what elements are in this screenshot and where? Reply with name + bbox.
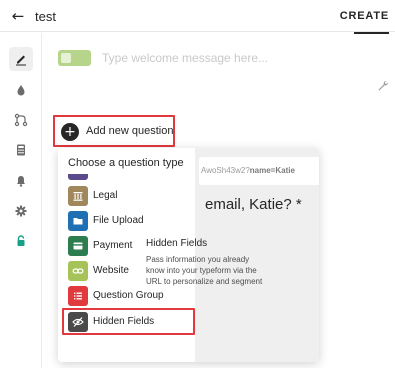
bell-icon[interactable] <box>9 169 33 193</box>
welcome-message-input[interactable]: Type welcome message here... <box>102 51 268 65</box>
scrolled-item-edge <box>68 174 88 180</box>
question-type-label: File Upload <box>93 215 144 226</box>
preview-url: AwoSh43w2?name=Katie <box>201 166 295 175</box>
question-type-legal[interactable]: Legal <box>68 186 195 206</box>
add-new-question-button[interactable]: + Add new question <box>53 115 175 147</box>
link-icon <box>68 261 88 281</box>
preview-url-card: AwoSh43w2?name=Katie <box>199 157 319 185</box>
credit-card-icon <box>68 236 88 256</box>
hidden-fields-highlight <box>62 308 195 335</box>
preview-title: Hidden Fields <box>146 238 208 249</box>
logic-branch-icon[interactable] <box>9 108 33 132</box>
arrow-left-icon[interactable]: ← <box>9 7 27 25</box>
calculator-icon[interactable] <box>9 138 33 162</box>
question-type-label: Website <box>93 265 129 276</box>
welcome-screen-toggle[interactable] <box>58 50 91 66</box>
left-toolbar <box>0 33 42 368</box>
gear-icon[interactable] <box>9 199 33 223</box>
top-bar: ← test CREATE <box>0 0 395 34</box>
question-type-label: Question Group <box>93 290 164 301</box>
add-new-question-label: Add new question <box>86 125 174 137</box>
question-type-label: Payment <box>93 240 133 251</box>
active-tab-indicator <box>354 32 389 34</box>
plus-icon: + <box>61 123 79 141</box>
question-type-question-group[interactable]: Question Group <box>68 286 195 306</box>
question-type-label: Legal <box>93 190 118 201</box>
pen-icon[interactable] <box>9 47 33 71</box>
question-type-heading: Choose a question type <box>68 157 184 169</box>
droplet-icon[interactable] <box>9 78 33 102</box>
question-type-file-upload[interactable]: File Upload <box>68 211 195 231</box>
preview-description: Pass information you already know into y… <box>146 255 263 286</box>
lock-icon[interactable] <box>9 229 33 253</box>
create-tab[interactable]: CREATE <box>340 10 389 22</box>
wrench-icon[interactable] <box>377 79 389 91</box>
form-title: test <box>35 9 56 24</box>
list-icon <box>68 286 88 306</box>
preview-question-text: email, Katie? * <box>205 196 302 213</box>
folder-icon <box>68 211 88 231</box>
legal-icon <box>68 186 88 206</box>
